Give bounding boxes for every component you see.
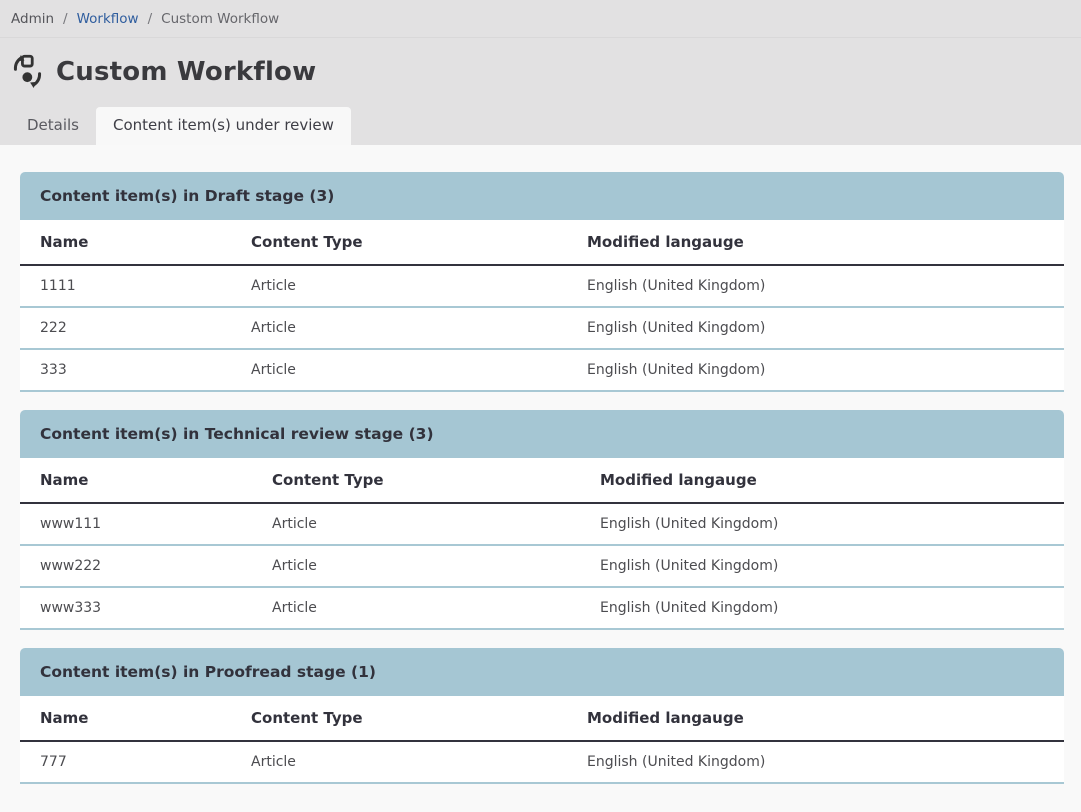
stage-panel: Content item(s) in Technical review stag… bbox=[20, 410, 1064, 630]
page-title: Custom Workflow bbox=[56, 57, 316, 87]
column-header-name: Name bbox=[20, 220, 231, 265]
item-name-cell: 222 bbox=[20, 307, 231, 349]
modified-language-cell: English (United Kingdom) bbox=[567, 265, 1064, 307]
table-header-row: NameContent TypeModified langauge bbox=[20, 220, 1064, 265]
stage-panel-title: Content item(s) in Technical review stag… bbox=[40, 425, 434, 443]
column-header-modified-langauge: Modified langauge bbox=[567, 220, 1064, 265]
workflow-icon bbox=[10, 54, 45, 89]
tab-bar: Details Content item(s) under review bbox=[0, 107, 1081, 145]
modified-language-cell: English (United Kingdom) bbox=[567, 349, 1064, 391]
breadcrumb-item-workflow[interactable]: Workflow bbox=[77, 11, 139, 27]
item-name-cell: www222 bbox=[20, 545, 252, 587]
stage-panel-header: Content item(s) in Draft stage (3) bbox=[20, 172, 1064, 220]
content-type-cell: Article bbox=[252, 503, 580, 545]
breadcrumb-item-admin[interactable]: Admin bbox=[11, 11, 54, 27]
breadcrumb-item-custom-workflow: Custom Workflow bbox=[161, 11, 279, 27]
item-name-cell: 777 bbox=[20, 741, 231, 783]
content-type-cell: Article bbox=[231, 349, 567, 391]
table-row: www333ArticleEnglish (United Kingdom) bbox=[20, 587, 1064, 629]
table-header-row: NameContent TypeModified langauge bbox=[20, 696, 1064, 741]
table-row: 1111ArticleEnglish (United Kingdom) bbox=[20, 265, 1064, 307]
modified-language-cell: English (United Kingdom) bbox=[567, 741, 1064, 783]
stage-panel: Content item(s) in Proofread stage (1) N… bbox=[20, 648, 1064, 784]
table-row: www222ArticleEnglish (United Kingdom) bbox=[20, 545, 1064, 587]
column-header-name: Name bbox=[20, 696, 231, 741]
content-items-table: NameContent TypeModified langauge 1111Ar… bbox=[20, 220, 1064, 392]
content-type-cell: Article bbox=[252, 587, 580, 629]
breadcrumb-separator: / bbox=[148, 11, 153, 27]
stage-panel-title: Content item(s) in Proofread stage (1) bbox=[40, 663, 376, 681]
stage-panel-header: Content item(s) in Technical review stag… bbox=[20, 410, 1064, 458]
tab-content-items-under-review[interactable]: Content item(s) under review bbox=[96, 107, 351, 145]
table-row: www111ArticleEnglish (United Kingdom) bbox=[20, 503, 1064, 545]
page-header: Admin / Workflow / Custom Workflow Custom Wo… bbox=[0, 0, 1081, 145]
column-header-modified-langauge: Modified langauge bbox=[580, 458, 1064, 503]
table-row: 333ArticleEnglish (United Kingdom) bbox=[20, 349, 1064, 391]
stage-panel: Content item(s) in Draft stage (3) NameC… bbox=[20, 172, 1064, 392]
column-header-modified-langauge: Modified langauge bbox=[567, 696, 1064, 741]
content-items-table: NameContent TypeModified langauge www111… bbox=[20, 458, 1064, 630]
modified-language-cell: English (United Kingdom) bbox=[567, 307, 1064, 349]
item-name-cell: 1111 bbox=[20, 265, 231, 307]
content-type-cell: Article bbox=[231, 741, 567, 783]
stage-panels: Content item(s) in Draft stage (3) NameC… bbox=[20, 172, 1064, 784]
tab-details[interactable]: Details bbox=[10, 107, 96, 145]
modified-language-cell: English (United Kingdom) bbox=[580, 545, 1064, 587]
stage-panel-title: Content item(s) in Draft stage (3) bbox=[40, 187, 334, 205]
content-area: Content item(s) in Draft stage (3) NameC… bbox=[0, 145, 1081, 812]
content-type-cell: Article bbox=[231, 265, 567, 307]
column-header-content-type: Content Type bbox=[252, 458, 580, 503]
table-row: 777ArticleEnglish (United Kingdom) bbox=[20, 741, 1064, 783]
item-name-cell: 333 bbox=[20, 349, 231, 391]
column-header-name: Name bbox=[20, 458, 252, 503]
item-name-cell: www111 bbox=[20, 503, 252, 545]
table-header-row: NameContent TypeModified langauge bbox=[20, 458, 1064, 503]
stage-panel-header: Content item(s) in Proofread stage (1) bbox=[20, 648, 1064, 696]
content-items-table: NameContent TypeModified langauge 777Art… bbox=[20, 696, 1064, 784]
column-header-content-type: Content Type bbox=[231, 220, 567, 265]
breadcrumb: Admin / Workflow / Custom Workflow bbox=[0, 0, 1081, 38]
column-header-content-type: Content Type bbox=[231, 696, 567, 741]
table-row: 222ArticleEnglish (United Kingdom) bbox=[20, 307, 1064, 349]
modified-language-cell: English (United Kingdom) bbox=[580, 587, 1064, 629]
modified-language-cell: English (United Kingdom) bbox=[580, 503, 1064, 545]
breadcrumb-separator: / bbox=[63, 11, 68, 27]
item-name-cell: www333 bbox=[20, 587, 252, 629]
content-type-cell: Article bbox=[231, 307, 567, 349]
content-type-cell: Article bbox=[252, 545, 580, 587]
title-row: Custom Workflow bbox=[0, 38, 1081, 99]
